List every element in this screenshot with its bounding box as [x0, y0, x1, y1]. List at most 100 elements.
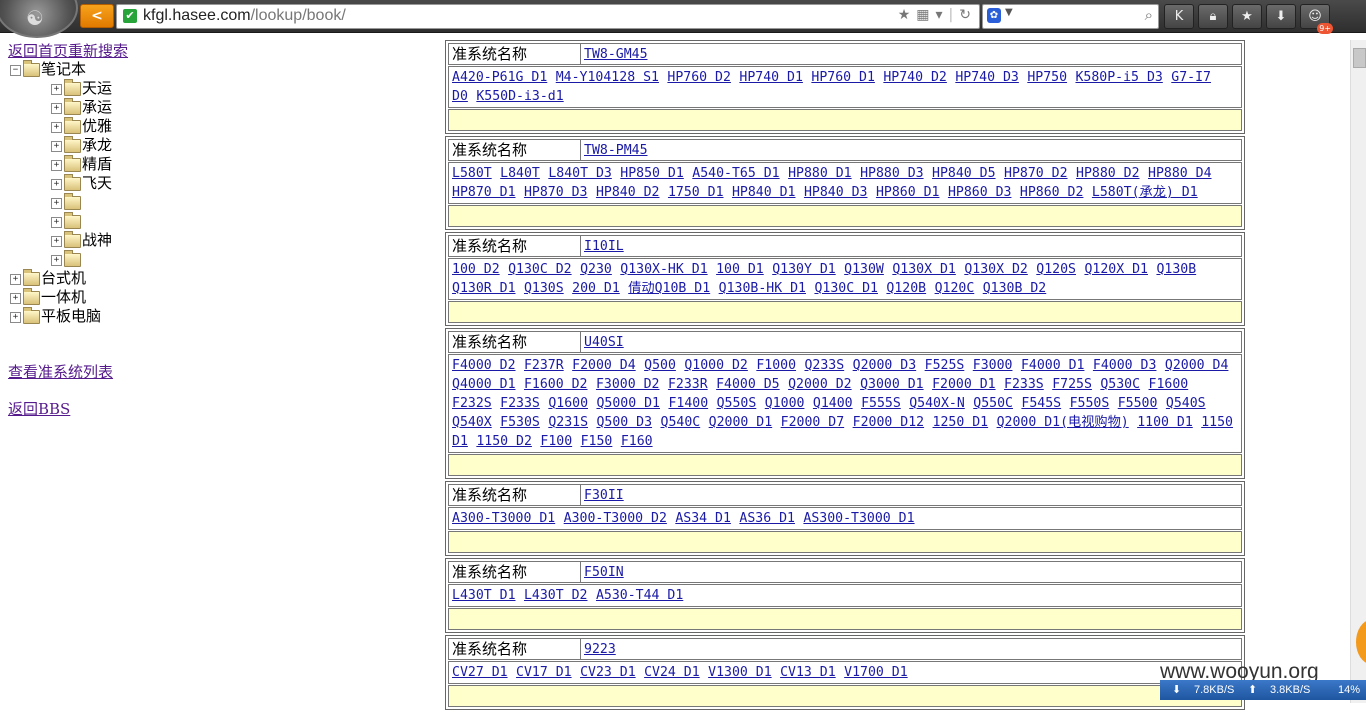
- model-link[interactable]: F3000 D2: [596, 377, 660, 392]
- model-link[interactable]: Q120C: [935, 281, 975, 296]
- model-link[interactable]: HP840 D2: [596, 185, 660, 200]
- model-link[interactable]: F545S: [1021, 396, 1061, 411]
- model-link[interactable]: Q130Y D1: [772, 262, 836, 277]
- collapse-icon[interactable]: −: [10, 64, 21, 76]
- model-link[interactable]: HP880 D1: [788, 166, 852, 181]
- search-icon[interactable]: ⌕: [1145, 6, 1153, 24]
- model-link[interactable]: Q1000: [765, 396, 805, 411]
- model-link[interactable]: Q500: [644, 358, 676, 373]
- model-link[interactable]: CV24 D1: [644, 665, 700, 680]
- system-name-link[interactable]: TW8-PM45: [584, 143, 648, 158]
- expand-icon[interactable]: +: [10, 311, 21, 323]
- browser-logo[interactable]: ☯: [0, 0, 78, 38]
- model-link[interactable]: A530-T44 D1: [596, 588, 683, 603]
- tree-node-chenglong[interactable]: + 承龙: [51, 136, 112, 154]
- tree-node-unnamed-3[interactable]: +: [51, 250, 82, 268]
- qr-code-icon[interactable]: ▦: [916, 7, 929, 23]
- tree-node-zhanshen[interactable]: + 战神: [51, 231, 112, 249]
- view-system-list-link[interactable]: 查看准系统列表: [8, 361, 113, 382]
- model-link[interactable]: Q2000 D1: [709, 415, 773, 430]
- tree-node-unnamed-1[interactable]: +: [51, 193, 82, 211]
- model-link[interactable]: F525S: [925, 358, 965, 373]
- expand-icon[interactable]: +: [51, 159, 62, 171]
- model-link[interactable]: F150: [581, 434, 613, 449]
- model-link[interactable]: HP870 D2: [1004, 166, 1068, 181]
- tree-node-tianyun[interactable]: + 天运: [51, 79, 112, 97]
- bookmark-star-icon[interactable]: ★: [898, 7, 911, 23]
- model-link[interactable]: F5500: [1118, 396, 1158, 411]
- model-link[interactable]: HP870 D3: [524, 185, 588, 200]
- model-link[interactable]: F2000 D7: [781, 415, 845, 430]
- tree-node-unnamed-2[interactable]: +: [51, 212, 82, 230]
- model-link[interactable]: CV13 D1: [780, 665, 836, 680]
- model-link[interactable]: HP750: [1027, 70, 1067, 85]
- model-link[interactable]: Q130R D1: [452, 281, 516, 296]
- model-link[interactable]: Q2000 D4: [1165, 358, 1229, 373]
- model-link[interactable]: F555S: [861, 396, 901, 411]
- expand-icon[interactable]: +: [51, 235, 62, 247]
- model-link[interactable]: F1600: [1149, 377, 1189, 392]
- tree-node-chengyun[interactable]: + 承运: [51, 98, 112, 116]
- model-link[interactable]: F550S: [1070, 396, 1110, 411]
- model-link[interactable]: F160: [621, 434, 653, 449]
- model-link[interactable]: Q130C D1: [814, 281, 878, 296]
- model-link[interactable]: Q130B-HK D1: [719, 281, 806, 296]
- url-text[interactable]: kfgl.hasee.com/lookup/book/: [143, 7, 346, 25]
- model-link[interactable]: HP880 D3: [860, 166, 924, 181]
- model-link[interactable]: Q3000 D1: [860, 377, 924, 392]
- model-link[interactable]: Q120S: [1036, 262, 1076, 277]
- model-link[interactable]: A540-T65 D1: [692, 166, 779, 181]
- model-link[interactable]: F725S: [1052, 377, 1092, 392]
- model-link[interactable]: F1400: [668, 396, 708, 411]
- model-link[interactable]: Q120X D1: [1084, 262, 1148, 277]
- expand-icon[interactable]: +: [51, 254, 62, 266]
- model-link[interactable]: Q530C: [1100, 377, 1140, 392]
- home-link[interactable]: 返回首页: [8, 42, 68, 60]
- model-link[interactable]: Q233S: [804, 358, 844, 373]
- model-link[interactable]: Q1400: [813, 396, 853, 411]
- model-link[interactable]: 1100 D1: [1137, 415, 1193, 430]
- expand-icon[interactable]: +: [51, 102, 62, 114]
- model-link[interactable]: CV23 D1: [580, 665, 636, 680]
- model-link[interactable]: L580T: [452, 166, 492, 181]
- game-controller-icon[interactable]: ☺ 9+: [1300, 4, 1333, 34]
- model-link[interactable]: A420-P61G D1: [452, 70, 547, 85]
- model-link[interactable]: Q4000 D1: [452, 377, 516, 392]
- model-link[interactable]: 倩动Q10B D1: [628, 281, 710, 296]
- favorites-star-icon[interactable]: ★: [1232, 4, 1262, 29]
- model-link[interactable]: Q540C: [661, 415, 701, 430]
- model-link[interactable]: Q130B: [1156, 262, 1196, 277]
- model-link[interactable]: 100 D2: [452, 262, 500, 277]
- model-link[interactable]: HP870 D1: [452, 185, 516, 200]
- model-link[interactable]: A300-T3000 D2: [564, 511, 667, 526]
- model-link[interactable]: HP850 D1: [620, 166, 684, 181]
- model-link[interactable]: AS36 D1: [739, 511, 795, 526]
- expand-icon[interactable]: +: [51, 83, 62, 95]
- model-link[interactable]: 1150 D2: [476, 434, 532, 449]
- model-link[interactable]: Q540S: [1166, 396, 1206, 411]
- model-link[interactable]: F1600 D2: [524, 377, 588, 392]
- model-link[interactable]: F2000 D1: [932, 377, 996, 392]
- model-link[interactable]: Q130B D2: [983, 281, 1047, 296]
- model-link[interactable]: F4000 D2: [452, 358, 516, 373]
- model-link[interactable]: F4000 D1: [1021, 358, 1085, 373]
- model-link[interactable]: F2000 D12: [853, 415, 924, 430]
- engine-dropdown-icon[interactable]: ▼: [1005, 7, 1013, 18]
- model-link[interactable]: F233R: [668, 377, 708, 392]
- k-extension-icon[interactable]: K: [1164, 4, 1194, 29]
- back-button[interactable]: <: [80, 4, 114, 28]
- tree-node-all-in-one[interactable]: + 一体机: [10, 288, 86, 306]
- model-link[interactable]: K550D-i3-d1: [476, 89, 563, 104]
- tree-node-notebook[interactable]: − 笔记本: [10, 60, 86, 78]
- system-name-link[interactable]: TW8-GM45: [584, 47, 648, 62]
- model-link[interactable]: HP880 D2: [1076, 166, 1140, 181]
- expand-icon[interactable]: +: [51, 178, 62, 190]
- dropdown-icon[interactable]: ▾: [936, 7, 943, 23]
- research-link[interactable]: 重新搜索: [68, 42, 128, 60]
- model-link[interactable]: F233S: [1004, 377, 1044, 392]
- model-link[interactable]: L840T: [500, 166, 540, 181]
- tree-node-jingdun[interactable]: + 精盾: [51, 155, 112, 173]
- model-link[interactable]: Q550C: [973, 396, 1013, 411]
- model-link[interactable]: Q130W: [844, 262, 884, 277]
- model-link[interactable]: Q540X: [452, 415, 492, 430]
